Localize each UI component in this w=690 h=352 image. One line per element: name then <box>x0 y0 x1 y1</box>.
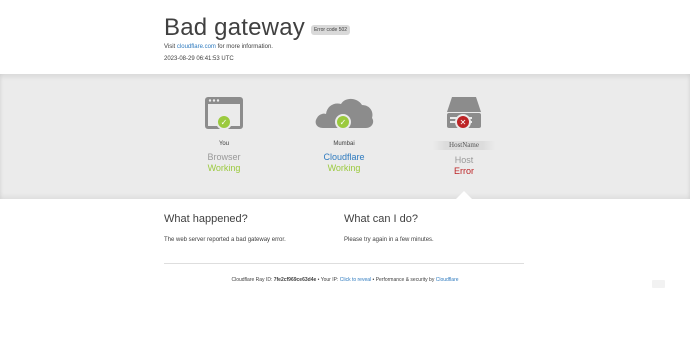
cloud-icon-wrap: ✓ <box>284 96 404 134</box>
status-host: ✕ HostName Host Error <box>404 96 524 177</box>
title-row: Bad gateway Error code 502 <box>164 14 351 42</box>
visit-line: Visit cloudflare.com for more informatio… <box>164 43 273 51</box>
cloudflare-link[interactable]: cloudflare.com <box>177 44 216 50</box>
footer-divider <box>164 263 524 264</box>
timestamp: 2023-08-29 06:41:53 UTC <box>164 56 234 62</box>
kind-cloudflare: Cloudflare <box>323 152 365 162</box>
what-happened-text: The web server reported a bad gateway er… <box>164 237 286 243</box>
footer-separator: • <box>317 277 320 283</box>
visit-prefix: Visit <box>164 44 176 50</box>
what-can-i-do-text: Please try again in a few minutes. <box>344 237 434 243</box>
what-can-i-do-section: What can I do? Please try again in a few… <box>344 212 514 244</box>
what-happened-heading: What happened? <box>164 213 248 225</box>
what-happened-section: What happened? The web server reported a… <box>164 212 334 244</box>
check-icon: ✓ <box>216 114 232 130</box>
error-pointer <box>455 191 473 200</box>
kind-browser: Browser <box>207 152 241 162</box>
status-browser: ✓ You Browser Working <box>164 96 284 174</box>
error-x-icon: ✕ <box>455 114 471 130</box>
ray-label: Cloudflare Ray ID: <box>231 277 273 283</box>
check-icon: ✓ <box>335 114 351 130</box>
location-mumbai: Mumbai <box>333 141 355 147</box>
footer-separator: • <box>372 277 375 283</box>
state-host: Error <box>454 166 474 176</box>
header: Bad gateway Error code 502 Visit cloudfl… <box>0 0 690 74</box>
footer: Cloudflare Ray ID: 7fe2cf969ce63d4e • Yo… <box>0 277 690 284</box>
browser-icon-wrap: ✓ <box>164 96 284 134</box>
status-cloudflare: ✓ Mumbai Cloudflare Working <box>284 96 404 174</box>
what-can-i-do-heading: What can I do? <box>344 213 418 225</box>
page-title: Bad gateway <box>164 14 305 41</box>
location-hostname: HostName <box>433 141 495 150</box>
visit-suffix: for more information. <box>217 44 273 50</box>
ray-id: 7fe2cf969ce63d4e <box>273 277 317 283</box>
server-icon-wrap: ✕ <box>404 96 524 134</box>
corner-button[interactable] <box>652 280 665 288</box>
state-browser: Working <box>207 163 241 173</box>
kind-host: Host <box>454 155 474 165</box>
perf-label: Performance & security by <box>375 277 435 283</box>
cloudflare-footer-link[interactable]: Cloudflare <box>436 277 459 283</box>
ip-label: Your IP: <box>320 277 339 283</box>
state-cloudflare: Working <box>327 163 361 173</box>
reveal-ip-link[interactable]: Click to reveal <box>340 277 371 283</box>
error-code-badge: Error code 502 <box>310 24 351 35</box>
location-you: You <box>218 141 230 147</box>
